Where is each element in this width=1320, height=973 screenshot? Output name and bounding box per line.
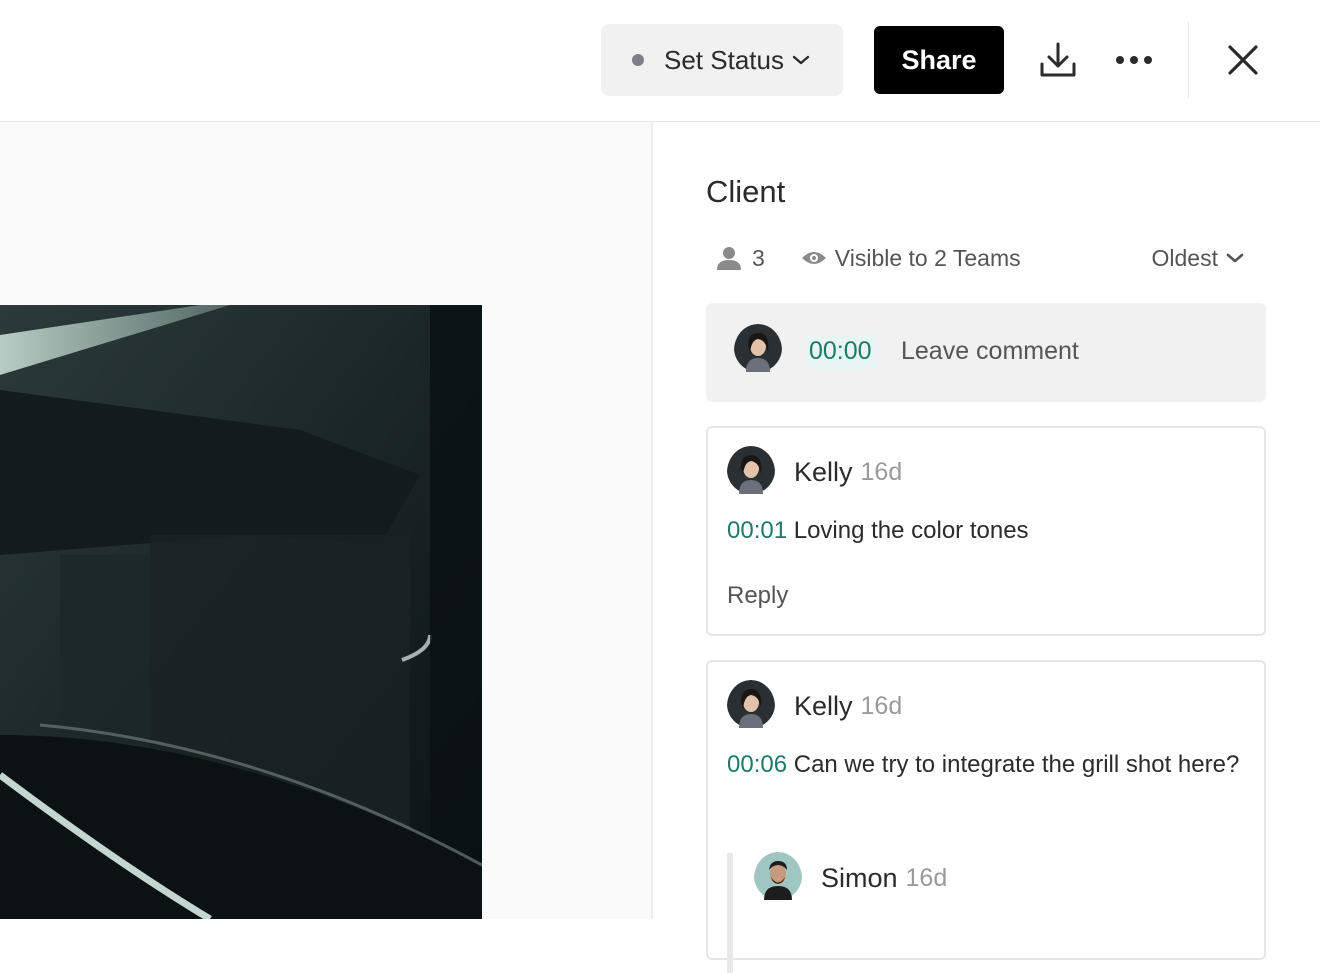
chevron-down-icon	[792, 54, 810, 66]
comment-text: Loving the color tones	[793, 517, 1029, 544]
status-dot-icon	[632, 54, 644, 66]
avatar[interactable]	[727, 680, 775, 733]
person-icon	[717, 247, 741, 270]
comment-author: Kelly	[794, 457, 853, 487]
chevron-down-icon	[1226, 253, 1244, 263]
comments-panel: Client 3 Visible to 2 Teams Oldest 00:00…	[653, 122, 1320, 973]
video-still-image	[0, 305, 482, 919]
video-frame[interactable]	[0, 305, 482, 919]
download-icon[interactable]	[1034, 36, 1082, 84]
comment-card: Kelly 16d 00:06 Can we try to integrate …	[706, 660, 1266, 973]
comment-body: 00:01 Loving the color tones	[727, 512, 1244, 550]
reply-age: 16d	[905, 864, 948, 892]
reply-button[interactable]: Reply	[727, 582, 788, 610]
panel-meta-row: 3 Visible to 2 Teams Oldest	[706, 240, 1266, 276]
compose-timecode[interactable]: 00:00	[805, 333, 876, 369]
avatar[interactable]	[754, 852, 802, 905]
eye-icon	[801, 252, 826, 264]
sort-dropdown[interactable]: Oldest	[1152, 240, 1244, 276]
media-viewer	[0, 122, 651, 919]
comment-text: Can we try to integrate the grill shot h…	[793, 751, 1240, 778]
comment-compose-box[interactable]: 00:00 Leave comment	[706, 303, 1266, 402]
comment-age: 16d	[860, 692, 903, 720]
comment-timecode[interactable]: 00:06	[727, 751, 787, 778]
participants-count[interactable]: 3	[716, 245, 765, 272]
toolbar-divider	[1188, 22, 1189, 98]
reply-author: Simon	[821, 863, 898, 893]
comment-author: Kelly	[794, 691, 853, 721]
visibility-indicator[interactable]: Visible to 2 Teams	[801, 245, 1021, 272]
comment-header: Kelly 16d	[727, 446, 902, 499]
avatar[interactable]	[727, 446, 775, 499]
set-status-dropdown[interactable]: Set Status	[601, 24, 843, 96]
top-toolbar: Set Status Share	[0, 0, 1320, 122]
reply-thread-line	[727, 853, 733, 973]
close-icon[interactable]	[1219, 36, 1267, 84]
set-status-label: Set Status	[664, 44, 784, 75]
comment-card: Kelly 16d 00:01 Loving the color tones R…	[706, 426, 1266, 636]
comment-timecode[interactable]: 00:01	[727, 517, 787, 544]
comment-age: 16d	[860, 458, 903, 486]
sort-label: Oldest	[1151, 244, 1218, 271]
comment-body: 00:06 Can we try to integrate the grill …	[727, 746, 1244, 784]
avatar	[734, 324, 782, 377]
comment-input[interactable]: Leave comment	[901, 333, 1079, 369]
more-options-icon[interactable]	[1110, 36, 1158, 84]
comment-header: Kelly 16d	[727, 680, 902, 733]
participants-count-label: 3	[752, 244, 765, 271]
reply-header: Simon 16d	[754, 852, 947, 905]
visibility-label: Visible to 2 Teams	[834, 244, 1021, 271]
share-button[interactable]: Share	[874, 26, 1004, 94]
panel-title: Client	[706, 174, 786, 209]
